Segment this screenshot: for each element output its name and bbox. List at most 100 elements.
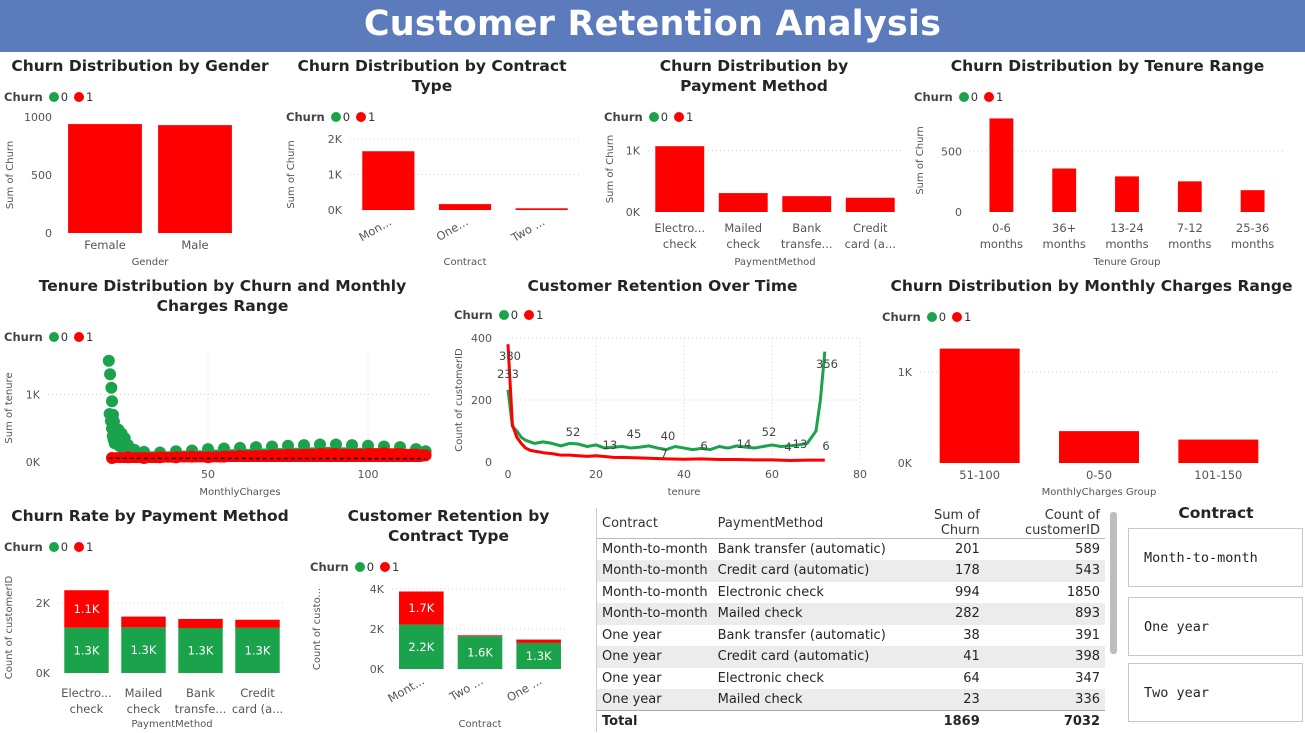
x-tick-label: 100 bbox=[358, 468, 379, 481]
slicer-option[interactable]: Month-to-month bbox=[1128, 528, 1303, 587]
x-tick-label: 7-12months bbox=[1168, 221, 1211, 251]
chart-churn-by-contract[interactable]: Churn Distribution by Contract TypeChurn… bbox=[282, 54, 582, 270]
col-header[interactable]: PaymentMethod bbox=[713, 508, 891, 539]
table-cell: 41 bbox=[891, 646, 985, 668]
table-cell: 398 bbox=[985, 646, 1105, 668]
y-tick-label: 0K bbox=[26, 456, 41, 469]
chart-churn-by-payment[interactable]: Churn Distribution by Payment MethodChur… bbox=[600, 54, 908, 270]
bar[interactable] bbox=[1178, 181, 1202, 212]
table-row[interactable]: Month-to-monthElectronic check9941850 bbox=[597, 582, 1105, 604]
table-cell: 178 bbox=[891, 560, 985, 582]
table-cell: 1850 bbox=[985, 582, 1105, 604]
table-cell: Bank transfer (automatic) bbox=[713, 539, 891, 561]
x-tick-label: Electro...check bbox=[61, 686, 112, 716]
y-tick-label: 1K bbox=[328, 169, 343, 182]
contract-slicer: Contract Month-to-month One year Two yea… bbox=[1128, 504, 1304, 526]
table-cell: Bank transfer (automatic) bbox=[713, 625, 891, 647]
y-tick-label: 2K bbox=[370, 623, 385, 636]
bar-plot: 0K1K2KMon...One...Two ...ContractSum of … bbox=[282, 54, 582, 270]
chart-tenure-scatter[interactable]: Tenure Distribution by Churn and Monthly… bbox=[0, 274, 445, 500]
bar-segment-churn-1[interactable] bbox=[458, 635, 503, 636]
table-cell: 589 bbox=[985, 539, 1105, 561]
y-tick-label: 1K bbox=[26, 389, 41, 402]
bar[interactable] bbox=[1052, 168, 1076, 212]
chart-retention-over-time[interactable]: Customer Retention Over TimeChurn0102040… bbox=[450, 274, 875, 500]
table-row[interactable]: One yearCredit card (automatic)41398 bbox=[597, 646, 1105, 668]
col-header[interactable]: Count of customerID bbox=[985, 508, 1105, 539]
chart-churn-rate-by-payment[interactable]: Churn Rate by Payment MethodChurn010K2K1… bbox=[0, 504, 300, 732]
table-scrollbar[interactable] bbox=[1110, 512, 1117, 654]
table-row[interactable]: One yearElectronic check64347 bbox=[597, 668, 1105, 690]
data-label: 233 bbox=[497, 367, 519, 381]
data-label: 52 bbox=[762, 425, 777, 439]
bar-segment-churn-1[interactable] bbox=[235, 620, 279, 628]
bar[interactable] bbox=[719, 193, 768, 212]
scatter-point[interactable] bbox=[103, 355, 115, 367]
bar[interactable] bbox=[989, 118, 1013, 212]
table-cell: Electronic check bbox=[713, 582, 891, 604]
y-axis-title: Count of custo... bbox=[312, 588, 323, 670]
data-label: 4 bbox=[784, 440, 791, 454]
slicer-option[interactable]: One year bbox=[1128, 597, 1303, 656]
data-label: 380 bbox=[499, 349, 521, 363]
x-tick-label: Electro...check bbox=[654, 221, 705, 251]
chart-churn-by-monthly-range[interactable]: Churn Distribution by Monthly Charges Ra… bbox=[878, 274, 1305, 500]
scatter-point[interactable] bbox=[106, 395, 118, 407]
bar-segment-churn-1[interactable] bbox=[516, 640, 561, 643]
bar[interactable] bbox=[439, 204, 491, 210]
scatter-point[interactable] bbox=[105, 382, 117, 394]
y-tick-label: 0 bbox=[45, 227, 52, 240]
x-axis-title: Contract bbox=[458, 719, 501, 730]
bar[interactable] bbox=[782, 196, 831, 212]
bar[interactable] bbox=[940, 349, 1020, 463]
table-total-cell: 7032 bbox=[985, 711, 1105, 733]
table-row[interactable]: Month-to-monthMailed check282893 bbox=[597, 603, 1105, 625]
x-axis-title: Gender bbox=[132, 257, 170, 268]
data-label: 14 bbox=[737, 437, 752, 451]
x-axis-title: Tenure Group bbox=[1093, 257, 1161, 268]
x-tick-label: Creditcard (a... bbox=[845, 221, 896, 251]
table-row[interactable]: Month-to-monthCredit card (automatic)178… bbox=[597, 560, 1105, 582]
summary-table[interactable]: Contract PaymentMethod Sum of Churn Coun… bbox=[596, 508, 1106, 732]
table-cell: One year bbox=[597, 625, 713, 647]
bar[interactable] bbox=[516, 208, 568, 210]
x-tick-label: Mon... bbox=[356, 214, 394, 244]
dashboard-title: Customer Retention Analysis bbox=[0, 0, 1305, 52]
slicer-option[interactable]: Two year bbox=[1128, 663, 1303, 722]
table-row[interactable]: Month-to-monthBank transfer (automatic)2… bbox=[597, 539, 1105, 561]
bar[interactable] bbox=[846, 198, 895, 212]
table-cell: Mailed check bbox=[713, 603, 891, 625]
bar[interactable] bbox=[1178, 440, 1258, 463]
y-tick-label: 1K bbox=[898, 366, 913, 379]
table-cell: 893 bbox=[985, 603, 1105, 625]
x-axis-title: PaymentMethod bbox=[734, 257, 815, 268]
col-header[interactable]: Contract bbox=[597, 508, 713, 539]
bar[interactable] bbox=[362, 151, 414, 210]
col-header[interactable]: Sum of Churn bbox=[891, 508, 985, 539]
bar[interactable] bbox=[655, 146, 704, 212]
y-axis-title: Count of customerID bbox=[454, 348, 465, 452]
bar-segment-churn-1[interactable] bbox=[178, 619, 222, 628]
y-tick-label: 1000 bbox=[24, 111, 52, 124]
line-plot: 0204060800200400380233521345407614524133… bbox=[450, 274, 875, 500]
chart-churn-by-gender[interactable]: Churn Distribution by GenderChurn0105001… bbox=[0, 54, 280, 270]
y-axis-title: Sum of tenure bbox=[4, 372, 15, 443]
table-cell: 347 bbox=[985, 668, 1105, 690]
chart-churn-by-tenure-range[interactable]: Churn Distribution by Tenure RangeChurn0… bbox=[910, 54, 1305, 270]
y-tick-label: 0K bbox=[370, 663, 385, 676]
bar-plot: 0K1KElectro...checkMailedcheckBanktransf… bbox=[600, 54, 908, 270]
bar[interactable] bbox=[68, 124, 142, 233]
table-total-cell: Total bbox=[597, 711, 713, 733]
data-label: 1.3K bbox=[131, 643, 157, 657]
bar[interactable] bbox=[1059, 431, 1139, 463]
bar[interactable] bbox=[1241, 190, 1265, 212]
table-row[interactable]: One yearMailed check23336 bbox=[597, 689, 1105, 711]
bar[interactable] bbox=[1115, 176, 1139, 212]
bar-segment-churn-1[interactable] bbox=[121, 617, 165, 628]
table-row[interactable]: One yearBank transfer (automatic)38391 bbox=[597, 625, 1105, 647]
x-tick-label: 40 bbox=[677, 468, 691, 481]
chart-retention-by-contract[interactable]: Customer Retention by Contract TypeChurn… bbox=[306, 504, 591, 732]
bar[interactable] bbox=[158, 125, 232, 233]
x-tick-label: 25-36months bbox=[1231, 221, 1274, 251]
scatter-point[interactable] bbox=[104, 368, 116, 380]
